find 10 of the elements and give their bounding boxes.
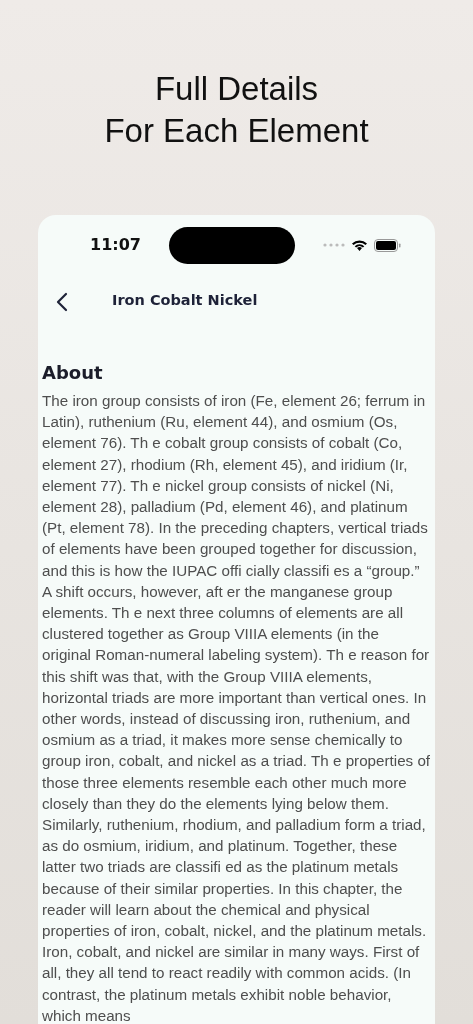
page-title: Iron Cobalt Nickel (112, 291, 258, 311)
back-icon (56, 291, 68, 312)
section-heading: About (42, 361, 104, 385)
about-paragraph: The iron group consists of iron (Fe, element 26; ferrum in Latin), ruthenium (Ru, element 44), and osmium (Os, element 76). Th e cobalt group consists of cobalt (Co, element 27), rhodium (Rh, element 45), and iridium (Ir, element 77). Th e nickel group consists of nickel (Ni, element 28), palladium (Pd, element 46), and platinum (Pt, element 78). In the preceding chapters, vertical triads of elements have been grouped together for discussion, and this is how the IUPAC offi cially classifi es a “group.” A shift occurs, however, aft er the manganese group elements. Th e next three columns of elements are all clustered together as Group VIIIA elements (in the original Roman-numeral labeling system). Th e reason for this shift was that, with the Group VIIIA elements, horizontal triads are more important than vertical ones. In other words, instead of discussing iron, ruthenium, and osmium as a triad, it makes more sense chemically to group iron, cobalt, and nickel as a triad. Th e properties of those three elements resemble each other much more closely than they do the elements lying below them. Similarly, ruthenium, rhodium, and palladium form a triad, as do osmium, iridium, and platinum. Together, these latter two triads are classifi ed as the platinum metals because of their similar properties. In this chapter, the reader will learn about the chemical and physical properties of iron, cobalt, nickel, and the platinum metals. Iron, cobalt, and nickel are similar in many ways. First of all, they all tend to react readily with common acids. (In contrast, the platinum metals exhibit noble behavior, which means (42, 391, 431, 1024)
headline: For Each Element (104, 111, 369, 151)
battery-icon (374, 238, 401, 252)
headline: Full Details (154, 69, 319, 109)
signal-icon (323, 243, 345, 247)
wifi-icon (351, 239, 368, 251)
status-time: 11:07 (90, 234, 141, 256)
